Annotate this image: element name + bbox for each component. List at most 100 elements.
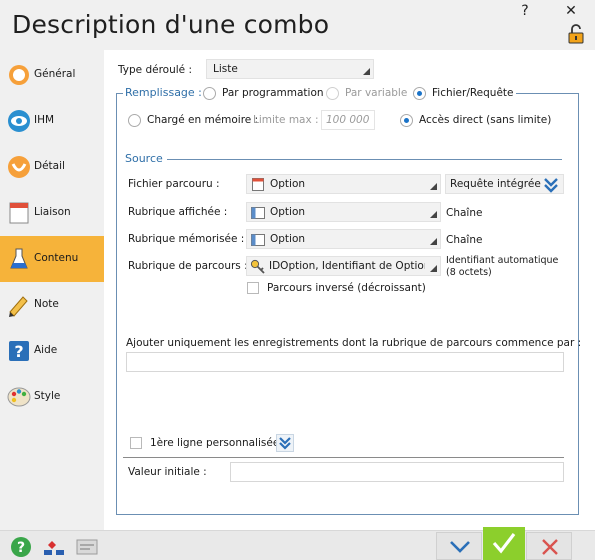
radio-acces-direct[interactable] — [400, 114, 413, 127]
sidebar-item-note[interactable]: Note — [0, 282, 104, 328]
limite-max-value: 100 000 — [326, 114, 370, 126]
flask-icon — [10, 248, 28, 269]
rubrique-affichee-label: Rubrique affichée : — [128, 206, 228, 218]
parcours-inverse-label: Parcours inversé (décroissant) — [267, 282, 426, 294]
radio-variable-label: Par variable — [345, 87, 408, 99]
close-icon — [542, 539, 558, 555]
expand-button[interactable] — [436, 532, 482, 560]
rubrique-affichee-value: Option — [270, 206, 306, 218]
rubrique-parcours-type-2: (8 octets) — [446, 267, 492, 278]
chevron-down-icon — [450, 541, 470, 553]
filtre-label: Ajouter uniquement les enregistrements d… — [126, 337, 582, 349]
svg-text:?: ? — [14, 342, 23, 361]
source-divider — [167, 159, 562, 160]
sidebar-item-liaison[interactable]: Liaison — [0, 190, 104, 236]
shapes-icon[interactable] — [42, 537, 66, 557]
sidebar-item-label: Contenu — [34, 252, 79, 264]
sidebar-item-aide[interactable]: ? Aide — [0, 328, 104, 374]
bottom-bar: ? — [0, 527, 595, 560]
sidebar-item-label: Note — [34, 298, 59, 310]
eye-icon — [8, 110, 30, 132]
ok-button[interactable] — [483, 527, 525, 560]
help-icon: ? — [9, 341, 29, 361]
fichier-parcouru-label: Fichier parcouru : — [128, 178, 220, 190]
remplissage-label: Remplissage : — [123, 86, 204, 99]
column-icon — [251, 207, 265, 219]
type-deroule-label: Type déroulé : — [118, 64, 192, 76]
sidebar-item-label: Détail — [34, 160, 65, 172]
valeur-initiale-divider — [123, 457, 564, 458]
content-panel: Type déroulé : Liste Remplissage : Par p… — [104, 50, 595, 530]
sidebar-item-general[interactable]: Général — [0, 52, 104, 98]
lock-icon[interactable] — [567, 24, 585, 44]
rubrique-memorisee-combo[interactable]: Option — [246, 229, 441, 249]
card-icon[interactable] — [76, 538, 98, 556]
source-header: Source — [125, 152, 163, 165]
radio-charge-memoire[interactable] — [128, 114, 141, 127]
sidebar-item-ihm[interactable]: IHM — [0, 98, 104, 144]
help-circle-icon[interactable]: ? — [10, 536, 32, 558]
limite-max-label: Limite max : — [253, 114, 319, 126]
sidebar-item-label: Aide — [34, 344, 58, 356]
key-icon — [250, 259, 265, 274]
rubrique-parcours-combo[interactable]: IDOption, Identifiant de Optior — [246, 256, 441, 276]
chevron-down-icon — [430, 183, 437, 190]
cancel-button[interactable] — [526, 532, 572, 560]
column-icon — [251, 234, 265, 246]
radio-acces-direct-label: Accès direct (sans limite) — [419, 114, 552, 126]
sidebar-item-label: IHM — [34, 114, 55, 126]
shield-icon — [8, 156, 30, 178]
rubrique-parcours-label: Rubrique de parcours : — [128, 260, 248, 272]
rubrique-memorisee-type: Chaîne — [446, 234, 483, 246]
radio-programmation-label: Par programmation — [222, 87, 324, 99]
radio-programmation[interactable] — [203, 87, 216, 100]
frame-top-right — [516, 93, 579, 94]
sidebar-item-style[interactable]: Style — [0, 374, 104, 420]
sidebar-item-label: Liaison — [34, 206, 71, 218]
close-button[interactable]: ✕ — [560, 2, 582, 20]
sidebar: Général IHM Détail Liaison Contenu Note — [0, 50, 104, 530]
sidebar-item-detail[interactable]: Détail — [0, 144, 104, 190]
type-deroule-value: Liste — [213, 63, 238, 75]
chevron-down-icon — [430, 238, 437, 245]
remplissage-frame — [116, 93, 579, 515]
type-deroule-combo[interactable]: Liste — [206, 59, 374, 79]
rubrique-parcours-value: IDOption, Identifiant de Optior — [269, 260, 425, 272]
valeur-initiale-input[interactable] — [230, 462, 564, 482]
svg-text:?: ? — [17, 540, 25, 556]
double-chevron-down-icon[interactable] — [276, 434, 294, 452]
radio-variable[interactable] — [326, 87, 339, 100]
sidebar-item-contenu[interactable]: Contenu — [0, 236, 104, 282]
premiere-ligne-checkbox[interactable] — [130, 437, 142, 449]
rubrique-memorisee-value: Option — [270, 233, 306, 245]
title-bar: Description d'une combo ? ✕ — [0, 0, 595, 50]
requete-integree-label: Requête intégrée — [450, 178, 541, 190]
limite-max-input[interactable]: 100 000 — [321, 110, 375, 130]
circle-icon — [9, 65, 29, 85]
filtre-input[interactable] — [126, 352, 564, 372]
radio-fichier-requete[interactable] — [413, 87, 426, 100]
rubrique-affichee-type: Chaîne — [446, 207, 483, 219]
calendar-icon — [9, 202, 29, 224]
help-button[interactable]: ? — [514, 2, 536, 20]
table-icon — [252, 178, 264, 191]
rubrique-memorisee-label: Rubrique mémorisée : — [128, 233, 245, 245]
fichier-parcouru-value: Option — [270, 178, 306, 190]
parcours-inverse-checkbox[interactable] — [247, 282, 259, 294]
check-icon — [492, 533, 516, 554]
fichier-parcouru-combo[interactable]: Option — [246, 174, 441, 194]
pencil-icon — [9, 296, 28, 317]
chevron-down-icon — [363, 68, 370, 75]
rubrique-affichee-combo[interactable]: Option — [246, 202, 441, 222]
rubrique-parcours-type-1: Identifiant automatique — [446, 255, 559, 266]
window-title: Description d'une combo — [12, 10, 330, 39]
chevron-down-icon — [430, 211, 437, 218]
radio-fichier-requete-label: Fichier/Requête — [432, 87, 514, 99]
chevron-down-icon — [430, 265, 437, 272]
requete-integree-button[interactable]: Requête intégrée — [445, 174, 564, 194]
radio-charge-memoire-label: Chargé en mémoire : — [147, 114, 259, 126]
premiere-ligne-label: 1ère ligne personnalisée — [150, 437, 280, 449]
sidebar-item-label: Style — [34, 390, 61, 402]
sidebar-item-label: Général — [34, 68, 76, 80]
double-chevron-down-icon — [544, 178, 558, 193]
